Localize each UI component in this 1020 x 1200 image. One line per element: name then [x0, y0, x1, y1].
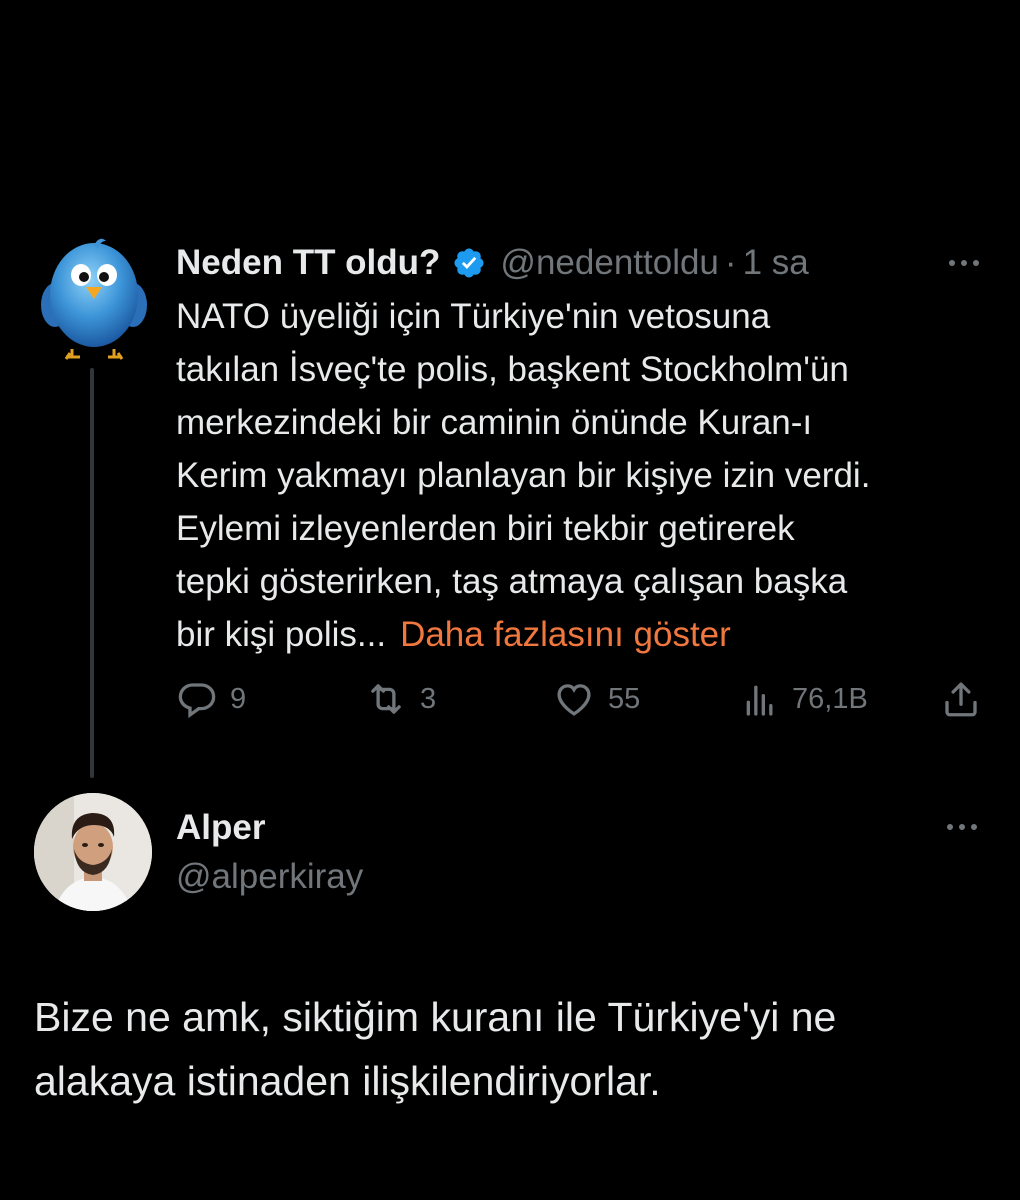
more-options-icon[interactable]	[940, 812, 984, 842]
tweet-text: NATO üyeliği için Türkiye'nin vetosuna t…	[176, 290, 996, 661]
reply-author-handle[interactable]: @alperkiray	[176, 857, 363, 897]
reply-count: 9	[230, 682, 247, 715]
retweet-button[interactable]: 3	[364, 672, 436, 726]
thread-connector-line	[90, 368, 94, 778]
tweet-header: Neden TT oldu? @nedenttoldu · 1 sa	[176, 238, 986, 288]
reply-text: Bize ne amk, siktiğim kuranı ile Türkiye…	[34, 994, 837, 1104]
verified-badge-icon	[454, 248, 484, 278]
author-handle[interactable]: @nedenttoldu	[500, 243, 718, 283]
share-icon	[945, 682, 977, 717]
reply-button[interactable]: 9	[176, 672, 246, 726]
reply-icon	[178, 683, 216, 719]
avatar[interactable]	[34, 793, 152, 911]
bluebird-icon[interactable]	[40, 235, 148, 365]
reply-author-name[interactable]: Alper	[176, 808, 265, 848]
views-chart-icon	[746, 685, 773, 716]
views-button[interactable]: 76,1B	[740, 672, 868, 726]
tweet-action-bar: 9 3 55 76,1B	[176, 672, 984, 726]
like-button[interactable]: 55	[552, 672, 640, 726]
show-more-link[interactable]: Daha fazlasını göster	[400, 615, 731, 654]
views-count: 76,1B	[792, 682, 868, 715]
tweet-timestamp[interactable]: 1 sa	[743, 243, 809, 283]
share-button[interactable]	[940, 672, 982, 726]
tweet-text-content: NATO üyeliği için Türkiye'nin vetosuna t…	[176, 297, 871, 654]
more-options-icon[interactable]	[942, 248, 986, 278]
separator-dot: ·	[724, 243, 737, 282]
like-count: 55	[608, 682, 641, 715]
author-name[interactable]: Neden TT oldu?	[176, 243, 440, 283]
heart-icon	[557, 684, 591, 716]
retweet-icon	[371, 684, 401, 714]
retweet-count: 3	[420, 682, 437, 715]
